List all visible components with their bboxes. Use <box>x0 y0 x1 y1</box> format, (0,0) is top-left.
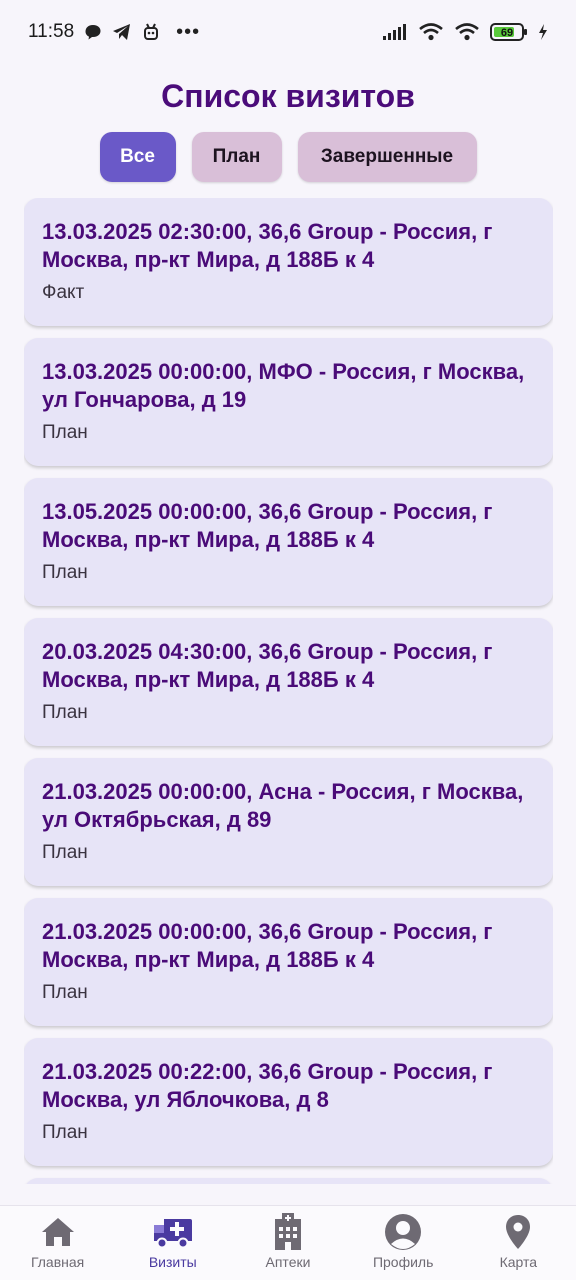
ambulance-icon <box>152 1212 194 1252</box>
nav-visits-label: Визиты <box>148 1254 197 1270</box>
nav-map-label: Карта <box>499 1254 538 1270</box>
visit-status: План <box>42 702 88 723</box>
status-bar: 11:58 ••• 69 <box>0 0 576 64</box>
page-title: Список визитов <box>161 78 415 114</box>
filter-all-button[interactable]: Все <box>99 132 176 182</box>
visit-title: 21.03.2025 00:00:00, Асна - Россия, г Мо… <box>42 779 524 832</box>
visit-status: План <box>42 422 88 443</box>
nav-home-label: Главная <box>30 1254 85 1270</box>
visit-status: План <box>42 562 88 583</box>
visit-card[interactable]: 21.03.2025 00:00:00, Асна - Россия, г Мо… <box>24 758 553 886</box>
visit-card[interactable]: 13.05.2025 00:00:00, 36,6 Group - Россия… <box>24 478 553 606</box>
status-time: 11:58 <box>28 21 75 42</box>
battery-icon: 69 <box>490 22 528 42</box>
visit-title: 13.05.2025 00:00:00, 36,6 Group - Россия… <box>42 499 493 552</box>
map-pin-icon <box>505 1212 531 1252</box>
wifi-icon <box>418 22 444 42</box>
visit-list[interactable]: 13.03.2025 02:30:00, 36,6 Group - Россия… <box>24 198 553 1184</box>
visit-status: План <box>42 1122 88 1143</box>
nav-map[interactable]: Карта <box>461 1206 576 1270</box>
visit-status: План <box>42 982 88 1003</box>
bottom-navigation: Главная Визиты Аптеки Профиль Карта <box>0 1205 576 1280</box>
visit-card-partial[interactable] <box>24 1178 553 1184</box>
visit-status: Факт <box>42 282 85 303</box>
profile-icon <box>384 1212 422 1252</box>
nav-visits[interactable]: Визиты <box>115 1206 230 1270</box>
nav-pharmacies[interactable]: Аптеки <box>230 1206 345 1270</box>
bot-icon <box>142 23 160 41</box>
visit-title: 13.03.2025 02:30:00, 36,6 Group - Россия… <box>42 219 493 272</box>
visit-card[interactable]: 21.03.2025 00:00:00, 36,6 Group - Россия… <box>24 898 553 1026</box>
visit-status: План <box>42 842 88 863</box>
wifi-2-icon <box>454 22 480 42</box>
visit-title: 21.03.2025 00:22:00, 36,6 Group - Россия… <box>42 1059 493 1112</box>
filter-completed-button[interactable]: Завершенные <box>297 132 477 182</box>
telegram-icon <box>112 23 132 41</box>
visit-card[interactable]: 20.03.2025 04:30:00, 36,6 Group - Россия… <box>24 618 553 746</box>
filter-chips: Все План Завершенные <box>0 132 576 182</box>
chat-bubble-icon <box>84 23 102 41</box>
visit-title: 20.03.2025 04:30:00, 36,6 Group - Россия… <box>42 639 493 692</box>
nav-profile-label: Профиль <box>372 1254 434 1270</box>
visit-title: 21.03.2025 00:00:00, 36,6 Group - Россия… <box>42 919 493 972</box>
nav-home[interactable]: Главная <box>0 1206 115 1270</box>
hospital-building-icon <box>273 1212 303 1252</box>
filter-plan-button[interactable]: План <box>191 132 282 182</box>
visit-card[interactable]: 13.03.2025 00:00:00, МФО - Россия, г Мос… <box>24 338 553 466</box>
visit-card[interactable]: 13.03.2025 02:30:00, 36,6 Group - Россия… <box>24 198 553 326</box>
nav-pharmacies-label: Аптеки <box>265 1254 311 1270</box>
charging-icon <box>538 23 548 41</box>
more-dots-icon: ••• <box>176 20 201 43</box>
home-icon <box>40 1212 76 1252</box>
signal-icon <box>382 23 408 41</box>
battery-level: 69 <box>501 27 513 39</box>
visit-title: 13.03.2025 00:00:00, МФО - Россия, г Мос… <box>42 359 525 412</box>
nav-profile[interactable]: Профиль <box>346 1206 461 1270</box>
visit-card[interactable]: 21.03.2025 00:22:00, 36,6 Group - Россия… <box>24 1038 553 1166</box>
